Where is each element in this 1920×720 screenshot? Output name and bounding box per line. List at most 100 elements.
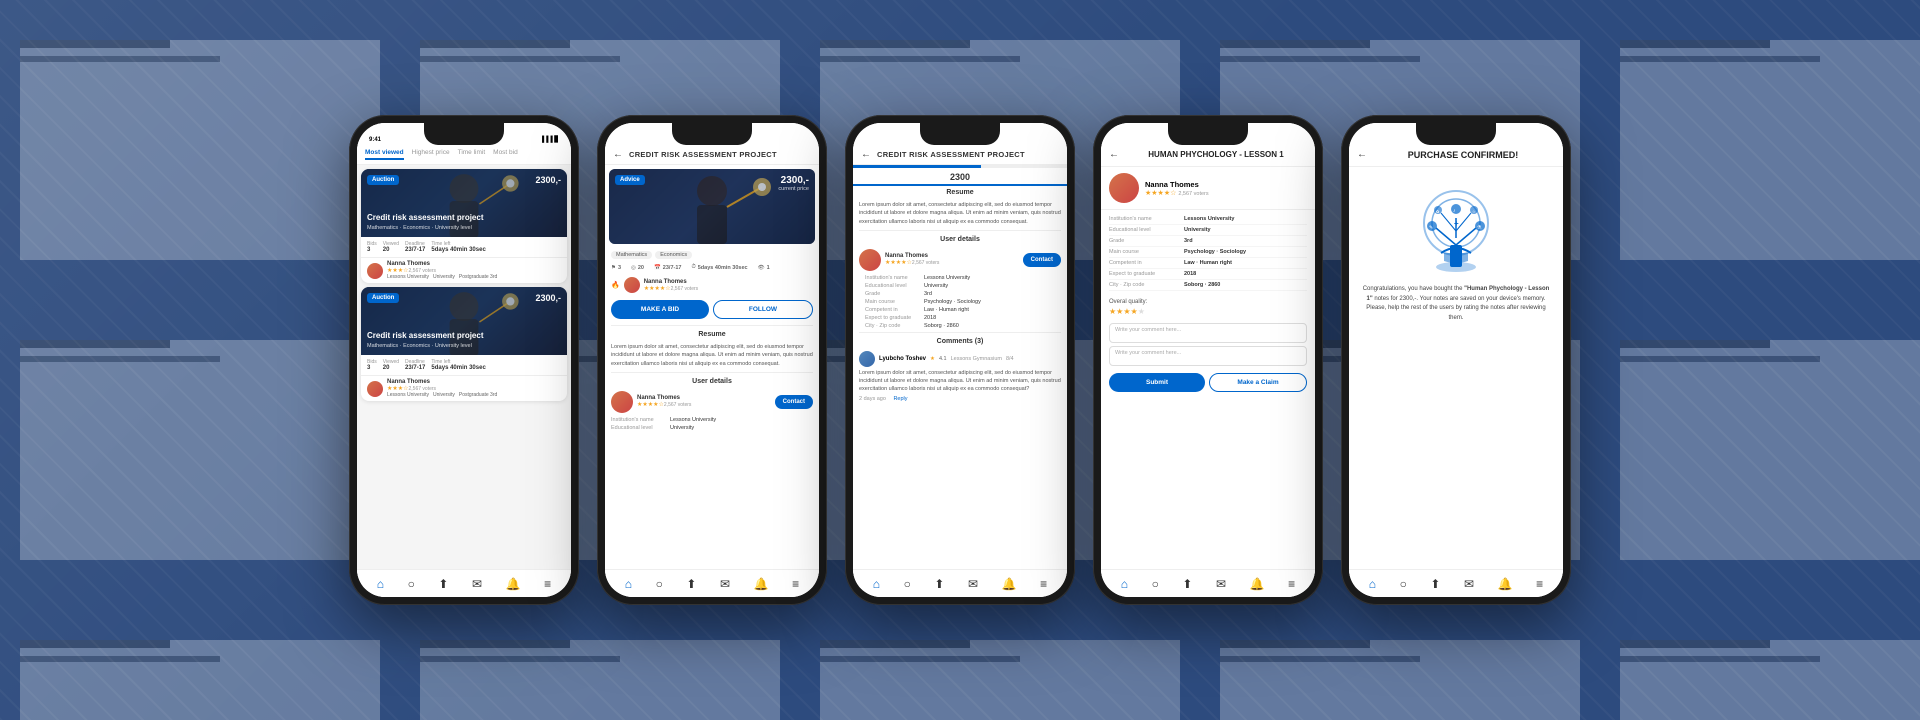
search-icon-1[interactable]: ○ xyxy=(408,577,415,591)
avatar-1 xyxy=(367,263,383,279)
share-icon-5[interactable]: ⬆ xyxy=(1430,577,1440,591)
tab-bar-1: Most viewed Highest price Time limit Mos… xyxy=(357,145,571,165)
share-icon-2[interactable]: ⬆ xyxy=(686,577,696,591)
tab-highest-price[interactable]: Highest price xyxy=(412,149,450,160)
mail-icon-1[interactable]: ✉ xyxy=(472,577,482,591)
card-1-2[interactable]: Auction 2300,- Credit risk assessment pr… xyxy=(361,287,567,401)
quality-section-4: Overal quality: ★★★★★ xyxy=(1101,295,1315,320)
section-resume-3: Resume xyxy=(853,186,1067,199)
ud-row-2-2: Educational level University xyxy=(605,424,819,432)
mail-icon-5[interactable]: ✉ xyxy=(1464,577,1474,591)
back-arrow-3[interactable]: ← xyxy=(861,149,871,160)
comment-area-4-1[interactable]: Write your comment here... xyxy=(1109,323,1307,343)
svg-text:⚗: ⚗ xyxy=(1477,225,1482,231)
search-icon-5[interactable]: ○ xyxy=(1400,577,1407,591)
section-user-2: User details xyxy=(605,375,819,388)
bell-icon-2[interactable]: 🔔 xyxy=(754,577,769,591)
auction-badge-1: Auction xyxy=(367,175,399,185)
svg-text:+: + xyxy=(1454,219,1459,228)
share-icon-4[interactable]: ⬆ xyxy=(1182,577,1192,591)
phone-5: ← PURCHASE CONFIRMED! xyxy=(1341,115,1571,605)
screen-4: ← HUMAN PHYCHOLOGY - LESSON 1 Nanna Thom… xyxy=(1101,123,1315,597)
home-icon-4[interactable]: ⌂ xyxy=(1121,577,1128,591)
bell-icon-5[interactable]: 🔔 xyxy=(1498,577,1513,591)
notch-4 xyxy=(1168,123,1248,145)
phone-2: ← CREDIT RISK ASSESSMENT PROJECT Advice … xyxy=(597,115,827,605)
back-arrow-2[interactable]: ← xyxy=(613,149,623,160)
search-icon-3[interactable]: ○ xyxy=(904,577,911,591)
mail-icon-3[interactable]: ✉ xyxy=(968,577,978,591)
bid-button[interactable]: MAKE A BID xyxy=(611,300,709,319)
notch-2 xyxy=(672,123,752,145)
tab-most-bid[interactable]: Most bid xyxy=(493,149,518,160)
page-title-4: HUMAN PHYCHOLOGY - LESSON 1 xyxy=(1125,150,1307,160)
tab-time-limit[interactable]: Time limit xyxy=(458,149,486,160)
search-icon-4[interactable]: ○ xyxy=(1152,577,1159,591)
avatar-p3 xyxy=(859,249,881,271)
bottom-nav-5: ⌂ ○ ⬆ ✉ 🔔 ≡ xyxy=(1349,569,1563,597)
share-icon-3[interactable]: ⬆ xyxy=(934,577,944,591)
page-title-2: CREDIT RISK ASSESSMENT PROJECT xyxy=(629,150,777,159)
price-display-2: 2300,- current price xyxy=(778,175,809,192)
phone-1: 9:41 ▐▐▐ ▊ Most viewed Highest price Tim… xyxy=(349,115,579,605)
tree-illustration: + ✎ ⚗ ♪ ✿ ☆ xyxy=(1349,167,1563,281)
avatar-p2-2 xyxy=(611,391,633,413)
section-comments-3: Comments (3) xyxy=(853,335,1067,348)
avatar-p4 xyxy=(1109,173,1139,203)
menu-icon-5[interactable]: ≡ xyxy=(1536,577,1543,591)
meta-views: ◎ 20 xyxy=(631,264,644,271)
bell-icon-4[interactable]: 🔔 xyxy=(1250,577,1265,591)
reply-link[interactable]: Reply xyxy=(893,396,907,402)
card-meta-1: Bids3 Viewed20 Deadline23/7-17 Time left… xyxy=(361,237,567,258)
advice-badge-2: Advice xyxy=(615,175,645,185)
screen-1: 9:41 ▐▐▐ ▊ Most viewed Highest price Tim… xyxy=(357,123,571,597)
user-details-table-3: Institution's nameLessons University Edu… xyxy=(853,274,1067,330)
signal-1: ▐▐▐ ▊ xyxy=(540,136,559,143)
fire-icon-2: 🔥 xyxy=(611,281,620,289)
notch-3 xyxy=(920,123,1000,145)
home-icon-1[interactable]: ⌂ xyxy=(377,577,384,591)
time-1: 9:41 xyxy=(369,137,381,143)
mail-icon-4[interactable]: ✉ xyxy=(1216,577,1226,591)
follow-button[interactable]: FOLLOW xyxy=(713,300,813,319)
bottom-nav-3: ⌂ ○ ⬆ ✉ 🔔 ≡ xyxy=(853,569,1067,597)
card-meta-2: Bids3 Viewed20 Deadline23/7-17 Time left… xyxy=(361,355,567,376)
claim-button-4[interactable]: Make a Claim xyxy=(1209,373,1307,392)
tab-most-viewed[interactable]: Most viewed xyxy=(365,149,404,160)
menu-icon-1[interactable]: ≡ xyxy=(544,577,551,591)
author-section-4: Nanna Thomes ★★★★☆ 2,567 voters xyxy=(1101,167,1315,210)
notch-1 xyxy=(424,123,504,145)
action-buttons-2: MAKE A BID FOLLOW xyxy=(605,296,819,323)
menu-icon-4[interactable]: ≡ xyxy=(1288,577,1295,591)
bell-icon-1[interactable]: 🔔 xyxy=(506,577,521,591)
svg-text:✎: ✎ xyxy=(1429,225,1433,231)
card-1-1[interactable]: Auction 2300,- Credit risk assessment pr… xyxy=(361,169,567,283)
avatar-2 xyxy=(367,381,383,397)
share-icon-1[interactable]: ⬆ xyxy=(438,577,448,591)
home-icon-3[interactable]: ⌂ xyxy=(873,577,880,591)
bell-icon-3[interactable]: 🔔 xyxy=(1002,577,1017,591)
home-icon-2[interactable]: ⌂ xyxy=(625,577,632,591)
menu-icon-2[interactable]: ≡ xyxy=(792,577,799,591)
notch-5 xyxy=(1416,123,1496,145)
meta-time: ⏱ 5days 40min 30sec xyxy=(691,264,747,271)
card-image-1: Auction 2300,- Credit risk assessment pr… xyxy=(361,169,567,237)
comment-1: Lyubcho Toshev ★ 4.1 Lessons Gymnasium 8… xyxy=(853,348,1067,405)
mail-icon-2[interactable]: ✉ xyxy=(720,577,730,591)
detail-table-4: Institution's nameLessons University Edu… xyxy=(1101,210,1315,295)
submit-button-4[interactable]: Submit xyxy=(1109,373,1205,392)
author-row-2: 🔥 Nanna Thomes ★★★★☆2,567 voters xyxy=(605,274,819,296)
comment-area-4-2[interactable]: Write your comment here... xyxy=(1109,346,1307,366)
home-icon-5[interactable]: ⌂ xyxy=(1369,577,1376,591)
resume-text-3: Lorem ipsum dolor sit amet, consectetur … xyxy=(853,199,1067,228)
contact-button-2[interactable]: Contact xyxy=(775,395,813,409)
svg-text:☆: ☆ xyxy=(1472,209,1476,214)
screen-2: ← CREDIT RISK ASSESSMENT PROJECT Advice … xyxy=(605,123,819,597)
contact-button-3[interactable]: Contact xyxy=(1023,253,1061,267)
price-badge-1: 2300,- xyxy=(535,175,561,185)
back-arrow-4[interactable]: ← xyxy=(1109,149,1119,160)
screen-3: ← CREDIT RISK ASSESSMENT PROJECT 2300 Re… xyxy=(853,123,1067,597)
back-arrow-5[interactable]: ← xyxy=(1357,149,1367,160)
search-icon-2[interactable]: ○ xyxy=(656,577,663,591)
menu-icon-3[interactable]: ≡ xyxy=(1040,577,1047,591)
